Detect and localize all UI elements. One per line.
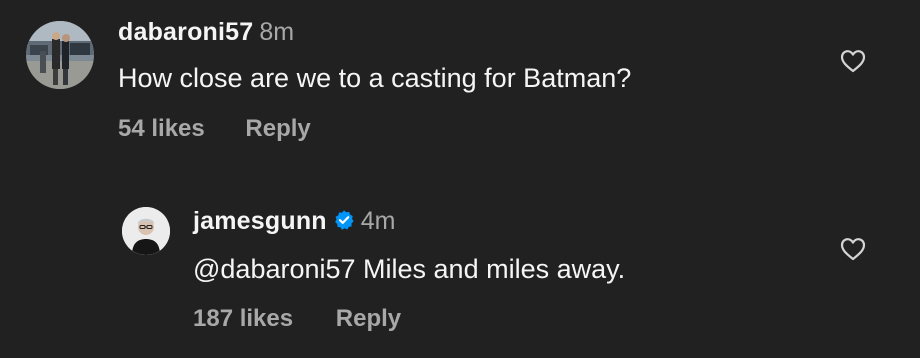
heart-outline-icon[interactable]	[840, 49, 866, 73]
likes-count[interactable]: 54 likes	[118, 114, 205, 144]
reply-button[interactable]: Reply	[245, 114, 310, 144]
comment-actions: 187 likes Reply	[193, 304, 401, 334]
comment-text: @dabaroni57 Miles and miles away.	[193, 253, 625, 285]
avatar[interactable]	[26, 21, 94, 89]
username[interactable]: dabaroni57	[118, 18, 253, 46]
username[interactable]: jamesgunn	[193, 207, 327, 235]
comment-actions: 54 likes Reply	[118, 114, 311, 144]
comment-header: jamesgunn 4m	[193, 206, 396, 236]
heart-outline-icon[interactable]	[840, 237, 866, 261]
avatar-photo	[122, 207, 170, 255]
avatar[interactable]	[122, 207, 170, 255]
timestamp: 4m	[360, 207, 396, 235]
avatar-photo	[26, 21, 94, 89]
verified-badge-icon	[334, 210, 354, 230]
likes-count[interactable]: 187 likes	[193, 304, 293, 334]
comment-header: dabaroni57 8m	[118, 17, 294, 47]
reply-item: jamesgunn 4m @dabaroni57 Miles and miles…	[0, 190, 920, 358]
mention-link[interactable]: @dabaroni57	[193, 254, 356, 284]
comment-body: Miles and miles away.	[355, 254, 626, 284]
timestamp: 8m	[259, 18, 295, 46]
comment-item: dabaroni57 8m How close are we to a casti…	[0, 0, 920, 170]
reply-button[interactable]: Reply	[336, 304, 401, 334]
comment-text: How close are we to a casting for Batman…	[118, 63, 632, 93]
